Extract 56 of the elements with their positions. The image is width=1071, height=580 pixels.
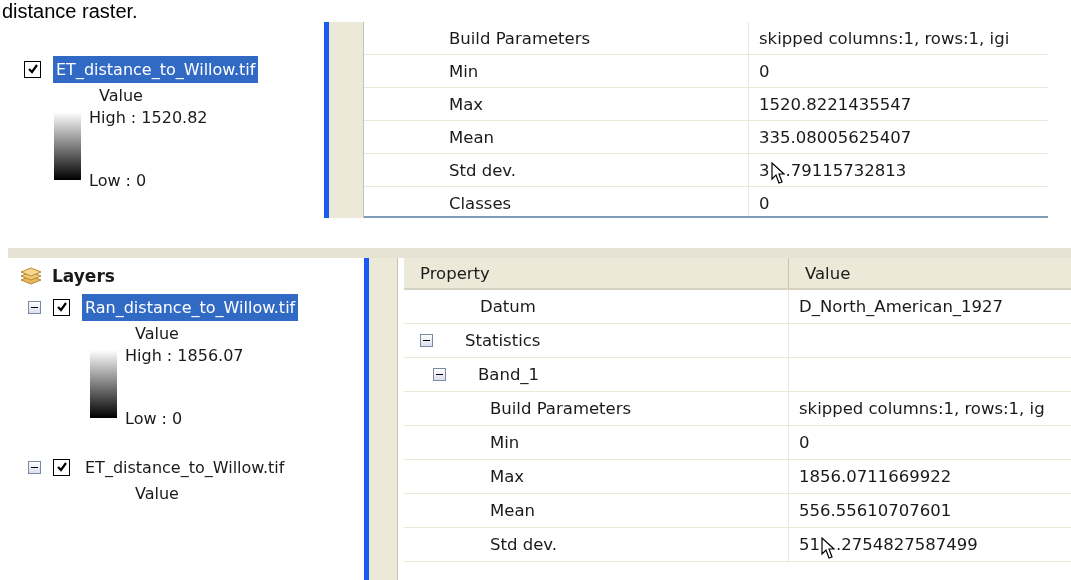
property-name: Std dev. [449,160,516,180]
layers-icon [18,265,44,287]
property-name: Min [490,433,520,452]
property-value: .2754827587499 [836,535,978,554]
property-value: 0 [759,61,770,81]
property-value: 1856.0711669922 [799,467,952,486]
collapse-icon[interactable] [28,460,41,474]
property-name: Mean [449,127,494,147]
property-name: Mean [490,501,535,520]
layer-name[interactable]: ET_distance_to_Willow.tif [82,453,288,481]
property-name: Build Parameters [490,399,632,418]
mouse-pointer-icon [821,536,836,561]
panel-splitter[interactable] [324,22,364,218]
layer-checkbox[interactable] [53,458,70,476]
property-value: 51 [799,535,820,554]
grayscale-ramp [90,350,117,418]
collapse-icon[interactable] [420,334,433,347]
property-name: Statistics [465,331,541,350]
grayscale-ramp [54,112,81,180]
property-name: Band_1 [478,365,540,384]
legend-low-label: Low : 0 [125,409,184,428]
panel-splitter[interactable] [364,258,398,580]
legend-high-label: High : 1520.82 [89,108,208,127]
property-value: 335.08005625407 [759,127,912,147]
layer-checkbox[interactable] [53,298,70,316]
property-name: Max [490,467,525,486]
legend-heading: Value [98,86,144,107]
layers-heading: Layers [52,266,115,286]
property-name: Std dev. [490,535,557,554]
property-value: 3 [759,160,770,180]
property-value: 0 [759,193,770,213]
legend-heading: Value [134,484,180,505]
column-header[interactable]: Property [404,258,789,288]
mouse-pointer-icon [770,162,786,186]
legend-low-label: Low : 0 [89,171,148,190]
layer-name[interactable]: ET_distance_to_Willow.tif [53,55,259,83]
property-value: skipped columns:1, rows:1, igi [759,28,1010,48]
property-name: Datum [480,297,536,316]
property-value: 1520.8221435547 [759,94,912,114]
collapse-icon[interactable] [433,368,446,381]
column-header[interactable]: Value [789,258,851,288]
property-name: Build Parameters [449,28,591,48]
property-name: Min [449,61,479,81]
property-value: skipped columns:1, rows:1, ig [799,399,1045,418]
layer-checkbox[interactable] [24,60,41,78]
property-name: Max [449,94,484,114]
property-value: 0 [799,433,810,452]
property-value: D_North_American_1927 [799,297,1004,316]
collapse-icon[interactable] [28,300,41,314]
caption-text: distance raster. [1,0,139,22]
layer-name[interactable]: Ran_distance_to_Willow.tif [82,293,299,321]
property-name: Classes [449,193,512,213]
legend-heading: Value [134,324,180,345]
property-value: 556.55610707601 [799,501,952,520]
legend-high-label: High : 1856.07 [125,346,244,365]
property-value: .79115732813 [785,160,907,180]
